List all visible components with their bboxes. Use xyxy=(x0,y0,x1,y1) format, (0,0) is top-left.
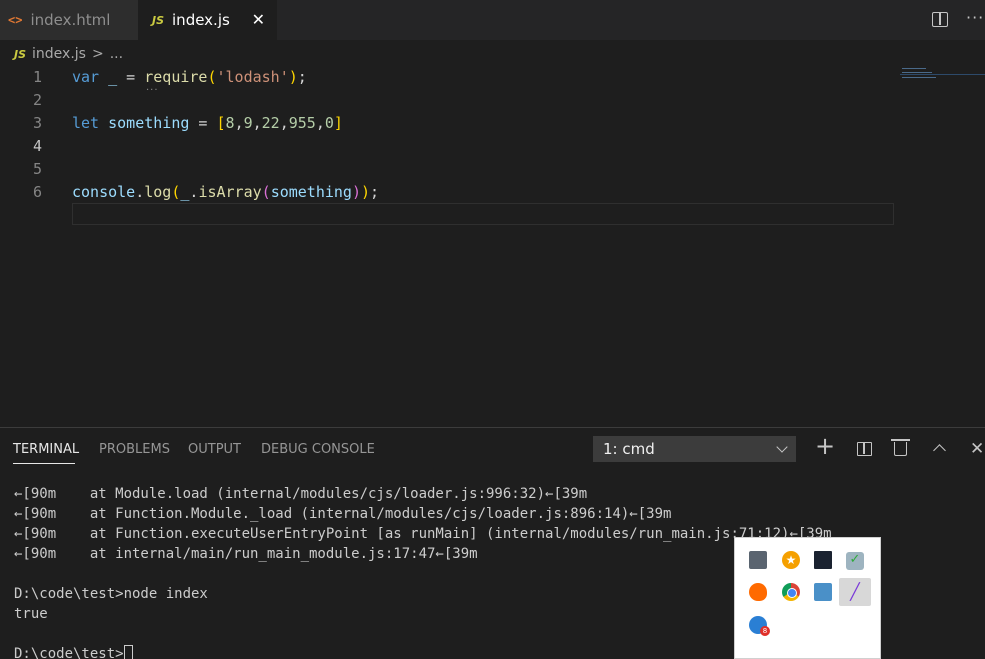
bracket: ) xyxy=(288,68,298,86)
more-actions-icon[interactable]: ··· xyxy=(966,8,984,27)
keyword: var xyxy=(72,68,100,86)
number-literal: 8 xyxy=(225,114,235,132)
minimap-line xyxy=(902,68,926,69)
code-line-2[interactable]: 2 xyxy=(0,89,900,112)
operator: = xyxy=(189,114,217,132)
split-terminal-icon[interactable] xyxy=(857,442,872,456)
html-file-icon: <> xyxy=(8,13,23,27)
split-editor-icon[interactable] xyxy=(932,12,948,27)
code-line-3[interactable]: 3 let something = [8,9,22,955,0] xyxy=(0,112,900,135)
close-icon[interactable]: ✕ xyxy=(970,439,984,459)
active-tab-underline xyxy=(13,463,75,464)
dot: . xyxy=(135,183,145,201)
close-tab-icon[interactable]: ✕ xyxy=(252,10,265,29)
minimap-viewport xyxy=(900,74,985,75)
operator: = xyxy=(117,68,145,86)
bracket: ( xyxy=(207,68,217,86)
terminal-prompt: D:\code\test> xyxy=(14,646,124,659)
bracket: [ xyxy=(216,114,226,132)
terminal-line: ←[90m at Module.load (internal/modules/c… xyxy=(14,486,588,502)
line-number: 3 xyxy=(32,114,42,132)
panel-tab-terminal[interactable]: TERMINAL xyxy=(13,442,79,457)
identifier: something xyxy=(270,183,352,201)
chrome-icon[interactable] xyxy=(782,583,800,601)
trash-icon[interactable] xyxy=(891,439,910,456)
current-line-highlight xyxy=(72,203,894,225)
number-literal: 955 xyxy=(288,114,316,132)
line-number: 4 xyxy=(32,137,42,155)
js-file-icon: JS xyxy=(14,47,27,61)
breadcrumb-rest[interactable]: ... xyxy=(110,46,123,62)
pen-icon[interactable]: ╱ xyxy=(846,583,864,601)
system-tray-popup: ★ ✓ ╱ xyxy=(734,537,881,659)
panel-tab-problems[interactable]: PROBLEMS xyxy=(99,442,170,457)
terminal-prompt-line[interactable]: D:\code\test> xyxy=(14,644,133,659)
code-editor[interactable]: 1 var _ = require('lodash'); 2 3 let som… xyxy=(0,66,900,426)
identifier: console xyxy=(72,183,136,201)
breadcrumb-file[interactable]: index.js xyxy=(32,46,86,62)
bracket: ] xyxy=(333,114,343,132)
terminal-line: ←[90m at Function.Module._load (internal… xyxy=(14,506,672,522)
keyword: let xyxy=(72,114,100,132)
terminal-line: ←[90m at internal/main/run_main_module.j… xyxy=(14,546,478,562)
code-hint-dots[interactable]: ... xyxy=(146,82,159,93)
line-number: 5 xyxy=(32,160,42,178)
minimap-line xyxy=(902,77,936,78)
network-icon[interactable] xyxy=(814,583,832,601)
badge-icon[interactable] xyxy=(749,616,770,636)
check-icon[interactable]: ✓ xyxy=(846,552,864,570)
string-literal: 'lodash' xyxy=(216,68,289,86)
semicolon: ; xyxy=(297,68,307,86)
number-literal: 0 xyxy=(324,114,334,132)
minimap[interactable] xyxy=(900,68,985,88)
code-line-5[interactable]: 5 xyxy=(0,158,900,181)
tab-label: index.html xyxy=(30,11,111,29)
terminal-select[interactable]: 1: cmd xyxy=(593,436,796,462)
chevron-down-icon xyxy=(776,441,788,453)
line-number: 2 xyxy=(32,91,42,109)
screen-icon[interactable] xyxy=(814,551,832,569)
number-literal: 9 xyxy=(243,114,253,132)
semicolon: ; xyxy=(370,183,380,201)
breadcrumb: JS index.js > ... xyxy=(0,40,123,68)
code-line-1[interactable]: 1 var _ = require('lodash'); xyxy=(0,66,900,89)
tab-bar: <> index.html JS index.js ✕ ··· xyxy=(0,0,985,40)
bracket: ) xyxy=(361,183,371,201)
terminal-line: true xyxy=(14,606,48,622)
identifier: something xyxy=(108,114,190,132)
tab-label: index.js xyxy=(172,11,230,29)
panel-tab-debug-console[interactable]: DEBUG CONSOLE xyxy=(261,442,375,457)
function-name: log xyxy=(144,183,172,201)
terminal-line: D:\code\test>node index xyxy=(14,586,208,602)
monitor-icon[interactable] xyxy=(749,551,767,569)
breadcrumb-separator: > xyxy=(91,46,104,62)
plus-icon[interactable]: + xyxy=(815,434,835,458)
identifier: _ xyxy=(108,68,118,86)
code-line-4[interactable]: 4 xyxy=(0,135,900,158)
bracket: ) xyxy=(351,183,361,201)
panel-tab-output[interactable]: OUTPUT xyxy=(188,442,241,457)
terminal-cursor xyxy=(123,645,133,659)
tab-index-js[interactable]: JS index.js ✕ xyxy=(138,0,277,40)
number-literal: 22 xyxy=(261,114,280,132)
function-name: isArray xyxy=(198,183,262,201)
avast-icon[interactable] xyxy=(749,583,767,601)
line-number: 1 xyxy=(32,68,42,86)
bracket: ( xyxy=(261,183,271,201)
terminal-line: ←[90m at Function.executeUserEntryPoint … xyxy=(14,526,832,542)
tab-index-html[interactable]: <> index.html xyxy=(0,0,138,40)
js-file-icon: JS xyxy=(152,13,165,27)
line-number: 6 xyxy=(32,183,42,201)
star-icon[interactable]: ★ xyxy=(782,551,800,569)
chevron-up-icon[interactable] xyxy=(933,444,946,457)
minimap-line xyxy=(902,72,932,73)
code-line-6[interactable]: 6 console.log(_.isArray(something)); xyxy=(0,181,900,204)
terminal-select-value: 1: cmd xyxy=(603,440,655,458)
